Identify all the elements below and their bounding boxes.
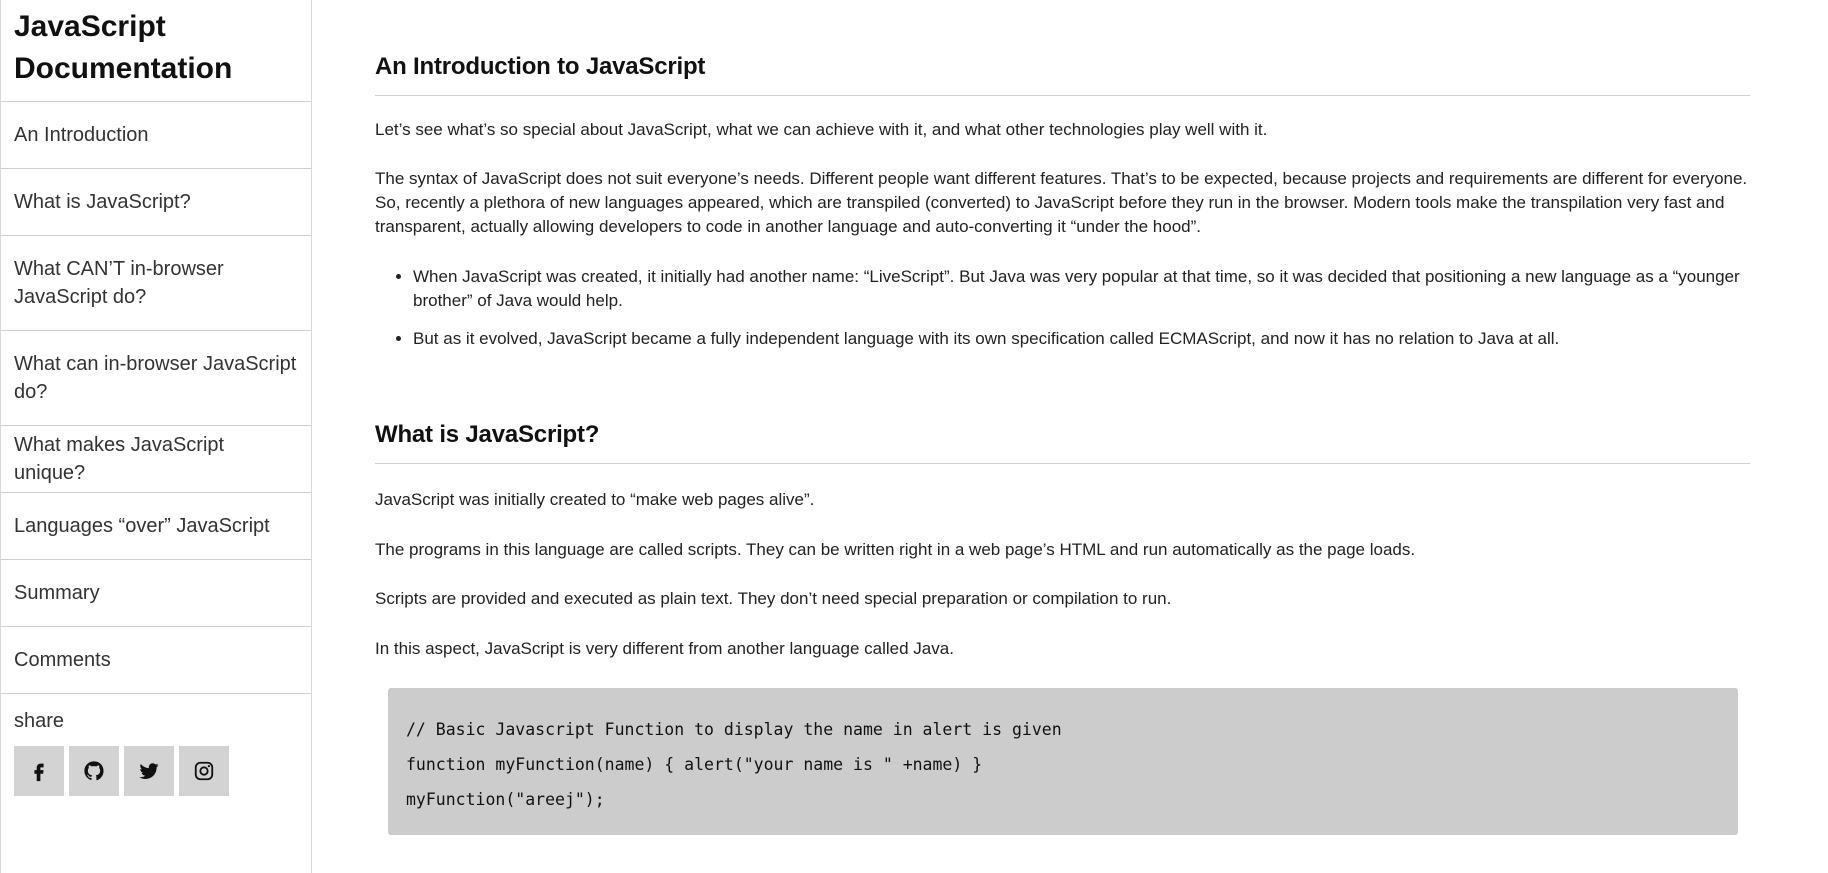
section-what-is-javascript: What is JavaScript? JavaScript was initi… (375, 365, 1750, 835)
facebook-share-button[interactable] (14, 746, 64, 796)
code-line: function myFunction(name) { alert("your … (406, 755, 983, 774)
nav-link-what-can-browser-js-do[interactable]: What can in-browser JavaScript do? (1, 331, 311, 426)
nav-link-languages-over-js[interactable]: Languages “over” JavaScript (1, 493, 311, 560)
section-introduction: An Introduction to JavaScript Let’s see … (375, 0, 1750, 351)
nav-link-summary[interactable]: Summary (1, 560, 311, 627)
navbar: JavaScript Documentation An Introduction… (0, 0, 312, 873)
code-line: myFunction("areej"); (406, 790, 605, 809)
github-share-button[interactable] (69, 746, 119, 796)
code-line: // Basic Javascript Function to display … (406, 720, 1062, 739)
code-block: // Basic Javascript Function to display … (388, 688, 1738, 835)
paragraph: Scripts are provided and executed as pla… (375, 589, 1172, 608)
nav-link-what-makes-js-unique[interactable]: What makes JavaScript unique? (1, 426, 311, 493)
paragraph: The programs in this language are called… (375, 540, 1416, 559)
paragraph: Let’s see what’s so special about JavaSc… (375, 120, 1268, 139)
paragraph: JavaScript was initially created to “mak… (375, 490, 815, 509)
instagram-share-button[interactable] (179, 746, 229, 796)
twitter-icon (139, 763, 159, 779)
facebook-icon (34, 763, 44, 782)
nav-list: An Introduction What is JavaScript? What… (1, 102, 311, 694)
instagram-icon (194, 761, 214, 781)
list-item: When JavaScript was created, it initiall… (413, 265, 1750, 313)
github-icon (84, 761, 104, 781)
section-title-introduction: An Introduction to JavaScript (375, 53, 1750, 96)
share-icons (1, 734, 311, 796)
paragraph: The syntax of JavaScript does not suit e… (375, 169, 1748, 236)
main-content: An Introduction to JavaScript Let’s see … (375, 0, 1750, 835)
list-item: But as it evolved, JavaScript became a f… (413, 327, 1750, 351)
section-title-what-is-javascript: What is JavaScript? (375, 421, 1750, 464)
paragraph: In this aspect, JavaScript is very diffe… (375, 639, 954, 658)
nav-link-what-cant-browser-js-do[interactable]: What CAN’T in-browser JavaScript do? (1, 236, 311, 331)
nav-link-an-introduction[interactable]: An Introduction (1, 102, 311, 169)
twitter-share-button[interactable] (124, 746, 174, 796)
nav-link-comments[interactable]: Comments (1, 627, 311, 694)
nav-header: JavaScript Documentation (1, 0, 311, 102)
bullet-list: When JavaScript was created, it initiall… (375, 265, 1750, 351)
share-label: share (14, 710, 65, 732)
nav-link-what-is-javascript[interactable]: What is JavaScript? (1, 169, 311, 236)
